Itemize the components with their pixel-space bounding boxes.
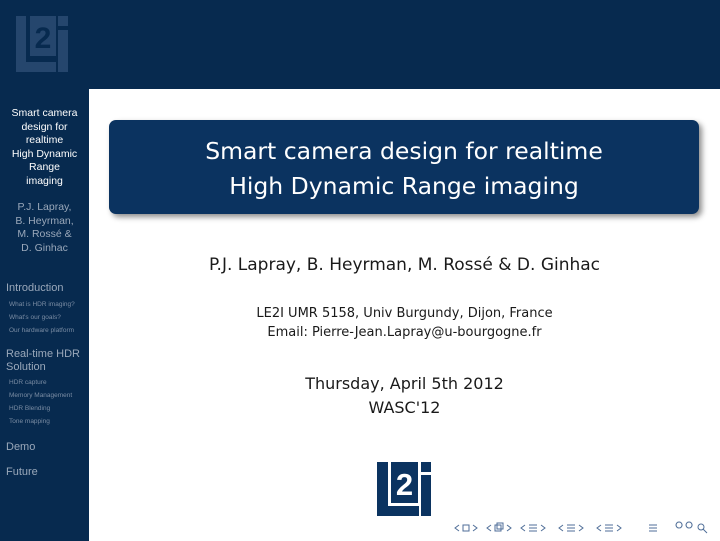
nav-item[interactable]: What is HDR imaging? bbox=[9, 300, 88, 310]
nav-section-future[interactable]: Future bbox=[6, 466, 88, 479]
le2i-logo-faded: 2 bbox=[16, 16, 68, 72]
le2i-logo: 2 bbox=[377, 462, 431, 516]
sidebar-authors: P.J. Lapray, B. Heyrman, M. Rossé & D. G… bbox=[0, 201, 89, 255]
sidebar-author-line: D. Ginhac bbox=[21, 241, 68, 254]
sidebar-title-line: Smart camera bbox=[11, 107, 78, 119]
sidebar-title-line: Range bbox=[29, 161, 60, 173]
svg-text:2: 2 bbox=[396, 467, 413, 502]
header-bar bbox=[0, 0, 720, 89]
sidebar-author-line: P.J. Lapray, bbox=[17, 201, 72, 213]
nav-item[interactable]: Tone mapping bbox=[9, 417, 88, 427]
date: Thursday, April 5th 2012 bbox=[305, 374, 504, 393]
sidebar-author-line: B. Heyrman, bbox=[15, 214, 74, 227]
event: WASC'12 bbox=[368, 398, 441, 417]
nav-item[interactable]: Memory Management bbox=[9, 391, 88, 401]
sidebar-title-line: High Dynamic bbox=[11, 147, 78, 160]
sidebar-title-line: design for bbox=[21, 120, 68, 133]
title-box: Smart camera design for realtime High Dy… bbox=[109, 120, 699, 214]
nav-item[interactable]: HDR Blending bbox=[9, 404, 88, 414]
sidebar-author-line: M. Rossé & bbox=[17, 228, 72, 240]
sidebar-nav: Introduction What is HDR imaging? What's… bbox=[6, 276, 88, 479]
slide-title-line-2: High Dynamic Range imaging bbox=[229, 172, 579, 200]
beamer-navigation-icons[interactable] bbox=[453, 521, 713, 535]
slide-title-line-1: Smart camera design for realtime bbox=[205, 137, 603, 165]
email: Email: Pierre-Jean.Lapray@u-bourgogne.fr bbox=[267, 325, 542, 340]
sidebar-title-line: realtime bbox=[25, 134, 64, 146]
sidebar-title[interactable]: Smart camera design for realtime High Dy… bbox=[0, 107, 89, 188]
nav-item[interactable]: Our hardware platform bbox=[9, 326, 88, 336]
nav-section-demo[interactable]: Demo bbox=[6, 441, 88, 454]
nav-section-realtime[interactable]: Real-time HDR Solution bbox=[6, 348, 84, 374]
affiliation: LE2I UMR 5158, Univ Burgundy, Dijon, Fra… bbox=[256, 306, 553, 321]
sidebar: 2 Smart camera design for realtime High … bbox=[0, 0, 89, 541]
authors: P.J. Lapray, B. Heyrman, M. Rossé & D. G… bbox=[208, 255, 601, 275]
svg-text:2: 2 bbox=[35, 22, 52, 55]
nav-item[interactable]: HDR capture bbox=[9, 378, 88, 388]
sidebar-title-line: imaging bbox=[26, 174, 63, 187]
nav-section-introduction[interactable]: Introduction bbox=[6, 282, 88, 295]
nav-item[interactable]: What's our goals? bbox=[9, 313, 88, 323]
